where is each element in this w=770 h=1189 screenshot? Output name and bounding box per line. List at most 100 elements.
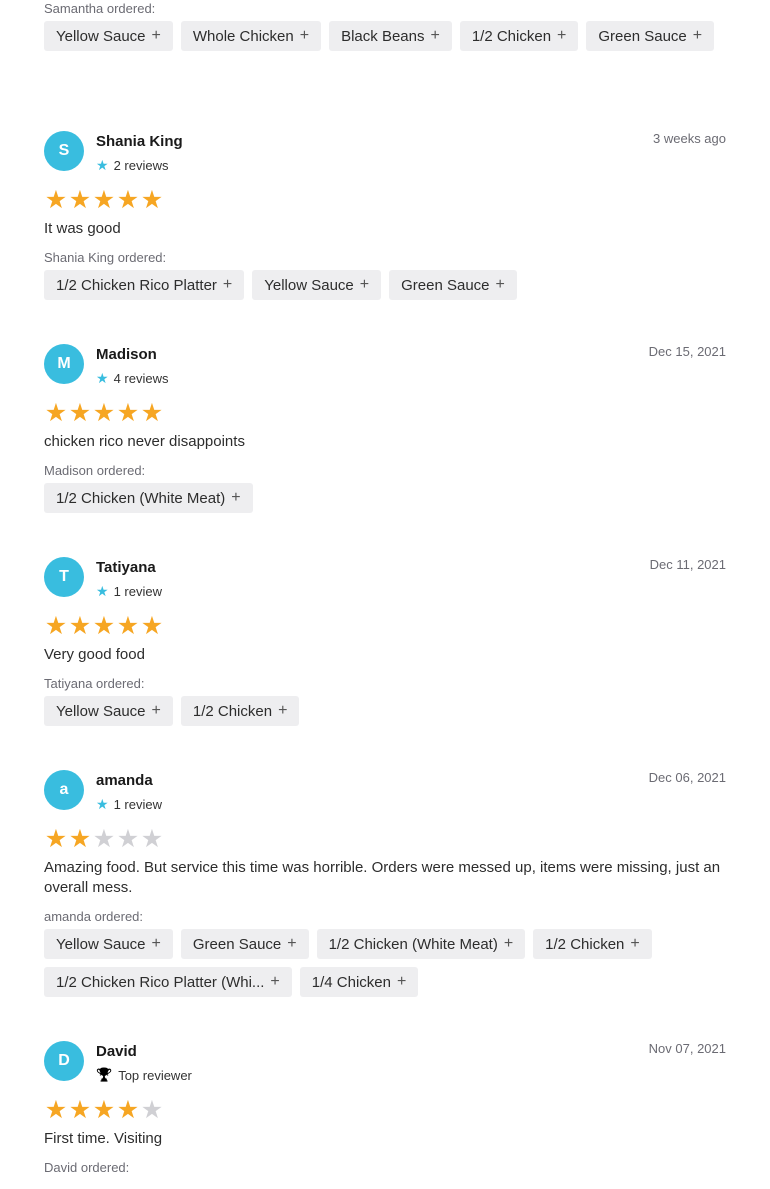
rating-star-icon: ★: [44, 399, 68, 427]
avatar[interactable]: a: [44, 770, 84, 810]
ordered-items: Yellow Sauce + Whole Chicken + Black Beans +1…: [44, 21, 734, 51]
ordered-label: Samantha ordered:: [44, 1, 156, 16]
menu-item-label: Yellow Sauce: [56, 27, 146, 45]
reviewer-name[interactable]: David: [96, 1043, 137, 1060]
add-icon[interactable]: +: [693, 27, 702, 45]
menu-item-chip[interactable]: 1/2 Chicken Rico Platter (Whi... +: [44, 967, 292, 997]
avatar[interactable]: T: [44, 557, 84, 597]
menu-item-label: 1/4 Chicken: [311, 973, 391, 991]
menu-item-chip[interactable]: Green Sauce +: [180, 929, 309, 959]
add-icon[interactable]: +: [504, 935, 513, 953]
reviewer-meta: ★ 4 reviews: [96, 370, 168, 387]
review-text: It was good: [44, 220, 121, 237]
menu-item-chip[interactable]: Yellow Sauce +: [252, 270, 382, 300]
review-card: S Shania King ★ 2 reviews 3 weeks ago ★ ★ ★ ★ ★ It…: [44, 131, 726, 300]
menu-item-label: Green Sauce: [598, 27, 687, 45]
add-icon[interactable]: +: [630, 935, 639, 953]
menu-item-chip[interactable]: 1/2 Chicken +: [533, 929, 652, 959]
add-icon[interactable]: +: [300, 27, 309, 45]
menu-item-chip[interactable]: Yellow Sauce +: [44, 929, 173, 959]
review-header: a amanda ★ 1 review Dec 06, 2021: [44, 770, 726, 826]
menu-item-label: Yellow Sauce: [264, 276, 354, 294]
menu-item-label: Green Sauce: [401, 276, 490, 294]
menu-item-label: 1/2 Chicken (White Meat): [328, 935, 498, 953]
reviewer-name[interactable]: Shania King: [96, 133, 183, 150]
ordered-items: Yellow Sauce + Green Sauce +1/2 Chicken (Wh…: [44, 929, 726, 997]
menu-item-label: 1/2 Chicken: [192, 702, 273, 720]
ordered-label: David ordered:: [44, 1160, 130, 1175]
avatar[interactable]: M: [44, 344, 84, 384]
menu-item-chip[interactable]: Yellow Sauce +: [44, 696, 173, 726]
add-icon[interactable]: +: [397, 973, 406, 991]
menu-item-chip[interactable]: 1/4 Chicken +: [299, 967, 419, 997]
add-icon[interactable]: +: [152, 27, 161, 45]
menu-item-chip[interactable]: 1/2 Chicken Rico Platter +: [44, 270, 245, 300]
star-icon: ★: [96, 370, 109, 386]
reviewer-meta: ★ 1 review: [96, 796, 162, 813]
rating-star-icon: ★: [140, 399, 164, 427]
ordered-label: Tatiyana ordered:: [44, 676, 145, 691]
star-icon: ★: [96, 583, 109, 599]
rating-star-icon: ★: [92, 1096, 116, 1124]
menu-item-label: Green Sauce: [192, 935, 282, 953]
add-icon[interactable]: +: [152, 702, 161, 720]
menu-item-chip[interactable]: 1/2 Chicken +: [180, 696, 300, 726]
star-rating: ★ ★ ★ ★ ★: [44, 613, 726, 639]
add-icon[interactable]: +: [287, 935, 296, 953]
add-icon[interactable]: +: [270, 973, 279, 991]
avatar[interactable]: D: [44, 1041, 84, 1081]
star-rating: ★ ★ ★ ★ ★: [44, 187, 726, 213]
ordered-items: Yellow Sauce + 1/2 Chicken +: [44, 696, 726, 726]
avatar[interactable]: S: [44, 131, 84, 171]
add-icon[interactable]: +: [223, 276, 232, 294]
star-rating: ★ ★ ★ ★ ★: [44, 826, 726, 852]
rating-star-icon: ★: [68, 399, 92, 427]
star-rating: ★ ★ ★ ★ ★: [44, 1097, 726, 1123]
star-icon: ★: [96, 796, 109, 812]
rating-star-icon: ★: [116, 399, 140, 427]
rating-star-icon: ★: [140, 825, 164, 853]
menu-item-chip[interactable]: Whole Chicken +: [180, 21, 322, 51]
reviews-page: Samantha ordered: Yellow Sauce + Whole Chi…: [0, 0, 770, 1189]
add-icon[interactable]: +: [430, 27, 439, 45]
add-icon[interactable]: +: [231, 489, 240, 507]
add-icon[interactable]: +: [360, 276, 369, 294]
add-icon[interactable]: +: [557, 27, 566, 45]
menu-item-chip[interactable]: Black Beans +: [329, 21, 452, 51]
menu-item-label: 1/2 Chicken (White Meat): [56, 489, 226, 507]
review-header: T Tatiyana ★ 1 review Dec 11, 2021: [44, 557, 726, 613]
review-count: 1 review: [113, 584, 162, 599]
menu-item-label: 1/2 Chicken Rico Platter (Whi...: [56, 973, 265, 991]
rating-star-icon: ★: [92, 399, 116, 427]
rating-star-icon: ★: [92, 186, 116, 214]
menu-item-chip[interactable]: 1/2 Chicken +: [459, 21, 579, 51]
ordered-items: 1/2 Chicken (White Meat) +: [44, 483, 726, 513]
reviewer-meta: ★ 2 reviews: [96, 157, 168, 174]
menu-item-chip[interactable]: 1/2 Chicken (White Meat) +: [44, 483, 253, 513]
rating-star-icon: ★: [68, 1096, 92, 1124]
ordered-items: 1/2 Chicken Rico Platter + Yellow Sauce + Gr…: [44, 270, 726, 300]
menu-item-label: 1/2 Chicken Rico Platter: [56, 276, 217, 294]
reviewer-name[interactable]: Tatiyana: [96, 559, 156, 576]
add-icon[interactable]: +: [152, 935, 161, 953]
menu-item-chip[interactable]: 1/2 Chicken (White Meat) +: [316, 929, 526, 959]
add-icon[interactable]: +: [278, 702, 287, 720]
menu-item-chip[interactable]: Green Sauce +: [586, 21, 715, 51]
reviewer-name[interactable]: Madison: [96, 346, 157, 363]
menu-item-label: 1/2 Chicken: [545, 935, 625, 953]
review-header: M Madison ★ 4 reviews Dec 15, 2021: [44, 344, 726, 400]
rating-star-icon: ★: [140, 612, 164, 640]
add-icon[interactable]: +: [496, 276, 505, 294]
ordered-label: Shania King ordered:: [44, 250, 167, 265]
reviewer-name[interactable]: amanda: [96, 772, 153, 789]
order-summary: Tatiyana ordered: Yellow Sauce +1/2 Chicke…: [44, 675, 726, 726]
review-card: a amanda ★ 1 review Dec 06, 2021 ★ ★ ★ ★ ★ Amazing…: [44, 770, 726, 997]
trophy-icon: 🏆: [96, 1067, 113, 1082]
review-card: M Madison ★ 4 reviews Dec 15, 2021 ★ ★ ★ ★ ★ chick…: [44, 344, 726, 513]
menu-item-chip[interactable]: Green Sauce +: [389, 270, 517, 300]
review-date: Dec 06, 2021: [648, 770, 726, 785]
menu-item-chip[interactable]: Yellow Sauce +: [44, 21, 173, 51]
rating-star-icon: ★: [68, 612, 92, 640]
review-text: chicken rico never disappoints: [44, 433, 245, 450]
review-count: Top reviewer: [118, 1067, 192, 1083]
